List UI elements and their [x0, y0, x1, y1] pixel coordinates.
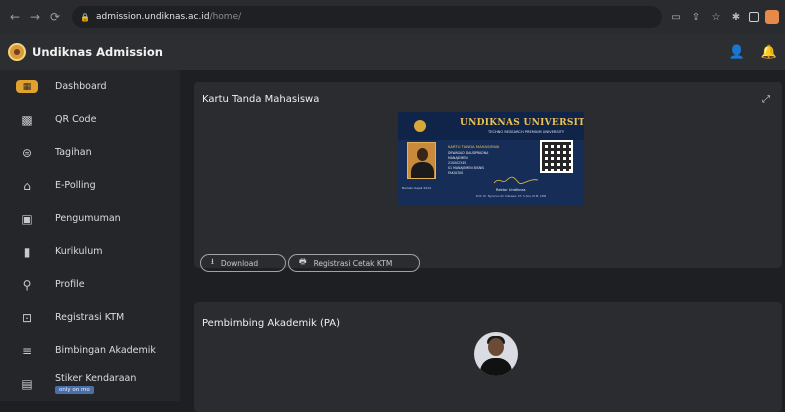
avatar [474, 332, 518, 376]
status-badge: only on mo [55, 386, 94, 394]
qr-code-icon: ▩ [21, 112, 33, 127]
qr-code-icon [540, 140, 573, 173]
student-faculty: FAKULTAS [448, 171, 464, 175]
sidebar-item-label: E-Polling [55, 180, 96, 191]
card-heading: KARTU TANDA MAHASISWA [448, 144, 500, 149]
extension-icon[interactable]: ✱ [729, 10, 743, 24]
sidebar: ▦ Dashboard ▩ QR Code ⊜ Tagihan ⌂ E-Poll… [0, 70, 180, 401]
reload-icon[interactable]: ⟳ [46, 8, 64, 26]
book-icon: ▮ [23, 244, 31, 259]
sidebar-item-registrasi-ktm[interactable]: ⊡ Registrasi KTM [0, 301, 180, 334]
registrasi-cetak-ktm-button[interactable]: 🖶 Registrasi Cetak KTM [288, 254, 420, 272]
notification-bell-icon[interactable]: 🔔 [761, 45, 777, 60]
id-card-icon: ⊡ [21, 310, 33, 325]
sidebar-item-label: Tagihan [55, 147, 92, 158]
browser-toolbar: ← → ⟳ 🔒 admission.undiknas.ac.id /home/ … [0, 0, 785, 34]
pa-card: Pembimbing Akademik (PA) [194, 302, 782, 412]
back-icon[interactable]: ← [6, 8, 24, 26]
share-icon[interactable]: ⇪ [689, 10, 703, 24]
sidebar-item-pengumuman[interactable]: ▣ Pengumuman [0, 202, 180, 235]
expand-icon[interactable]: ⤢ [762, 94, 770, 105]
sidebar-item-e-polling[interactable]: ⌂ E-Polling [0, 169, 180, 202]
download-button[interactable]: ⭳ Download [200, 254, 286, 272]
sidebar-item-qr-code[interactable]: ▩ QR Code [0, 103, 180, 136]
lock-icon: 🔒 [80, 12, 90, 22]
sidebar-item-dashboard[interactable]: ▦ Dashboard [0, 70, 180, 103]
forward-icon[interactable]: → [26, 8, 44, 26]
card-title: Kartu Tanda Mahasiswa [202, 94, 320, 105]
university-logo-icon [414, 120, 426, 132]
main-content: Kartu Tanda Mahasiswa ⤢ UNDIKNAS UNIVERS… [180, 70, 785, 412]
polling-icon: ⌂ [23, 178, 31, 193]
url-path: /home/ [209, 12, 242, 22]
dashboard-icon: ▦ [16, 80, 38, 93]
sidebar-item-profile[interactable]: ⚲ Profile [0, 268, 180, 301]
sticker-icon: ▤ [21, 376, 33, 391]
validity-note: Berlaku Sejak 2024 [402, 186, 432, 190]
rektor-name: Prof. Dr. Nyoman Sri Subawa, ST, S.Sos, … [476, 194, 546, 198]
sidebar-item-label: Dashboard [55, 81, 107, 92]
rektor-title: Rektor Undiknas [496, 188, 526, 192]
sidebar-item-label: Kurikulum [55, 246, 103, 257]
printer-icon: 🖶 [299, 257, 307, 266]
sidebar-item-label: Stiker Kendaraan [55, 373, 137, 384]
card-title: Pembimbing Akademik (PA) [202, 318, 341, 329]
billing-icon: ⊜ [21, 145, 33, 160]
sidebar-item-label: Registrasi KTM [55, 312, 125, 323]
list-icon: ≡ [21, 343, 33, 358]
address-bar[interactable]: 🔒 admission.undiknas.ac.id /home/ [72, 6, 662, 28]
app-title: Undiknas Admission [32, 45, 163, 59]
student-name: DEWAGAD DAUDPRADNA [448, 151, 489, 155]
student-nim: 210002345 [448, 161, 467, 165]
university-name: UNDIKNAS UNIVERSITY [460, 118, 584, 128]
profile-icon[interactable] [765, 10, 779, 24]
student-major: MANAJEMEN [448, 156, 468, 160]
student-id-card-preview: UNDIKNAS UNIVERSITY TECHNO RESEARCH PREM… [398, 112, 584, 206]
sidebar-item-label: Profile [55, 279, 85, 290]
sidebar-item-bimbingan-akademik[interactable]: ≡ Bimbingan Akademik [0, 334, 180, 367]
ktm-card: Kartu Tanda Mahasiswa ⤢ UNDIKNAS UNIVERS… [194, 82, 782, 272]
student-photo [407, 142, 436, 179]
sidebar-item-label: Pengumuman [55, 213, 121, 224]
signature-icon [493, 176, 539, 184]
announcement-icon: ▣ [21, 211, 33, 226]
sidebar-item-tagihan[interactable]: ⊜ Tagihan [0, 136, 180, 169]
sidebar-item-label: Bimbingan Akademik [55, 345, 156, 356]
url-host: admission.undiknas.ac.id [95, 12, 210, 22]
sidebar-item-kurikulum[interactable]: ▮ Kurikulum [0, 235, 180, 268]
window-icon[interactable] [749, 12, 759, 22]
cast-icon[interactable]: ▭ [669, 10, 683, 24]
download-icon: ⭳ [211, 257, 214, 266]
student-program: S1 MANAJEMEN BISNIS [448, 166, 485, 170]
undiknas-logo-icon [8, 43, 26, 61]
sidebar-item-stiker-kendaraan[interactable]: ▤ Stiker Kendaraan only on mo [0, 367, 180, 400]
app-header: Undiknas Admission 👤 🔔 [0, 34, 785, 70]
star-icon[interactable]: ☆ [709, 10, 723, 24]
sidebar-item-label: QR Code [55, 114, 97, 125]
person-icon: ⚲ [22, 277, 32, 292]
university-tagline: TECHNO RESEARCH PREMIUM UNIVERSITY [488, 130, 565, 134]
account-icon[interactable]: 👤 [729, 45, 745, 60]
